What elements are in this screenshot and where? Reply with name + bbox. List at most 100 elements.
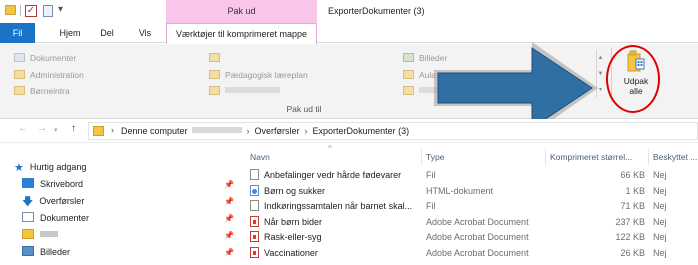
- nav-quick-access[interactable]: ★ Hurtig adgang: [14, 160, 86, 175]
- destination-item-paedagogisk[interactable]: Pædagogisk læreplan: [209, 70, 308, 80]
- file-type: Fil: [426, 201, 436, 211]
- nav-item-pictures[interactable]: Billeder: [22, 245, 70, 260]
- folder-icon: [5, 5, 16, 15]
- file-icon: [250, 200, 259, 211]
- nav-item-downloads[interactable]: 🡇 Overførsler: [22, 194, 84, 209]
- column-header-protected[interactable]: Beskyttet ...: [649, 149, 698, 165]
- file-name: Indkøringssamtalen når barnet skal...: [264, 201, 413, 211]
- breadcrumb: Denne computer › Overførsler › ExporterDokum…: [121, 126, 409, 136]
- nav-item-documents[interactable]: Dokumenter: [22, 211, 89, 226]
- pin-icon[interactable]: 📌: [224, 214, 234, 223]
- destination-label: Pædagogisk læreplan: [225, 70, 308, 80]
- address-input[interactable]: › Denne computer › Overførsler › ExporterDok…: [88, 122, 698, 140]
- file-size: 122 KB: [615, 232, 645, 242]
- chevron-right-icon[interactable]: ›: [305, 126, 308, 136]
- breadcrumb-downloads[interactable]: Overførsler: [255, 126, 300, 136]
- pin-icon[interactable]: 📌: [224, 197, 234, 206]
- file-name-cell[interactable]: Når børn bider: [250, 215, 422, 230]
- tab-vis[interactable]: Vis: [128, 23, 162, 43]
- navigation-pane: ★ Hurtig adgang Skrivebord 📌 🡇 Overførsler…: [0, 144, 240, 265]
- breadcrumb-current[interactable]: ExporterDokumenter (3): [313, 126, 410, 136]
- folder-icon: [22, 229, 34, 239]
- file-protected: Nej: [653, 232, 667, 242]
- file-name: Rask-eller-syg: [264, 232, 322, 242]
- destination-item-borneintra[interactable]: Børneintra: [14, 86, 70, 96]
- file-row[interactable]: Børn og sukker HTML-dokument 1 KB Nej: [246, 184, 698, 199]
- folder-icon: [403, 86, 414, 95]
- title-bar: ✓ ▾ Pak ud ExporterDokumenter (3): [0, 0, 698, 23]
- file-size: 26 KB: [620, 247, 645, 258]
- window-title: ExporterDokumenter (3): [328, 6, 425, 16]
- column-header-type[interactable]: Type: [422, 149, 546, 165]
- download-icon: 🡇: [22, 196, 34, 208]
- nav-label: Overførsler: [39, 196, 85, 206]
- folder-icon: [14, 86, 25, 95]
- destination-item-redacted[interactable]: [209, 53, 225, 63]
- chevron-right-icon[interactable]: ›: [247, 126, 250, 136]
- destination-label: Børneintra: [30, 86, 70, 96]
- file-size: 1 KB: [625, 185, 645, 196]
- tab-del[interactable]: Del: [90, 23, 124, 43]
- nav-label: Billeder: [40, 247, 71, 257]
- html-file-icon: [250, 184, 259, 196]
- file-protected: Nej: [653, 247, 667, 258]
- file-icon: [250, 169, 259, 180]
- file-protected: Nej: [653, 185, 667, 196]
- file-size: 71 KB: [620, 201, 645, 211]
- file-row[interactable]: Rask-eller-syg Adobe Acrobat Document 122 …: [246, 230, 698, 245]
- file-size: 237 KB: [615, 216, 645, 227]
- breadcrumb-this-pc[interactable]: Denne computer: [121, 126, 188, 136]
- file-row[interactable]: Indkøringssamtalen når barnet skal... Fil…: [246, 199, 698, 214]
- file-size: 66 KB: [620, 170, 645, 180]
- file-name-cell[interactable]: Anbefalinger vedr hårde fødevarer: [250, 168, 422, 183]
- file-name: Vaccinationer: [264, 247, 318, 258]
- pdf-file-icon: [250, 231, 259, 242]
- chevron-right-icon[interactable]: ›: [111, 125, 114, 135]
- pdf-file-icon: [250, 215, 259, 227]
- tab-compressed-folder-tools[interactable]: Værktøjer til komprimeret mappe: [166, 23, 317, 44]
- forward-arrow-icon[interactable]: →: [37, 123, 47, 134]
- folder-icon: [93, 126, 104, 136]
- tab-hjem[interactable]: Hjem: [50, 23, 90, 43]
- recent-locations-chevron-icon[interactable]: ▾: [54, 126, 58, 134]
- file-row[interactable]: Vaccinationer Adobe Acrobat Document 26 KB…: [246, 246, 698, 261]
- file-name: Børn og sukker: [264, 185, 326, 196]
- pin-icon[interactable]: 📌: [224, 248, 234, 257]
- file-row[interactable]: Når børn bider Adobe Acrobat Document 237 …: [246, 215, 698, 230]
- redacted-text: [40, 231, 58, 237]
- folder-icon: [209, 86, 220, 95]
- pin-icon[interactable]: 📌: [224, 231, 234, 240]
- folder-icon: [14, 70, 25, 79]
- up-arrow-icon[interactable]: ↑: [71, 123, 76, 134]
- back-arrow-icon[interactable]: ←: [18, 123, 28, 134]
- nav-label: Hurtig adgang: [29, 162, 87, 172]
- file-name-cell[interactable]: Indkøringssamtalen når barnet skal...: [250, 199, 422, 214]
- document-icon: [14, 53, 25, 62]
- nav-label: Skrivebord: [40, 179, 84, 189]
- destination-item-redacted[interactable]: [209, 86, 280, 96]
- pdf-file-icon: [250, 246, 259, 258]
- file-name: Når børn bider: [264, 216, 323, 227]
- properties-icon[interactable]: ✓: [25, 5, 37, 17]
- column-header-name[interactable]: Navn: [246, 149, 422, 165]
- file-name-cell[interactable]: Vaccinationer: [250, 246, 422, 261]
- nav-item-redacted[interactable]: [22, 228, 58, 243]
- file-type: HTML-dokument: [426, 185, 494, 196]
- documents-icon: [22, 212, 34, 222]
- file-protected: Nej: [653, 201, 667, 211]
- new-folder-icon[interactable]: [43, 5, 53, 17]
- file-list: ^ Navn Type Komprimeret størrel... Besky…: [246, 144, 698, 265]
- customize-toolbar-chevron-icon[interactable]: ▾: [58, 4, 63, 15]
- column-header-compressed-size[interactable]: Komprimeret størrel...: [546, 149, 649, 165]
- nav-item-desktop[interactable]: Skrivebord: [22, 177, 83, 192]
- folder-icon: [209, 53, 220, 62]
- file-name-cell[interactable]: Rask-eller-syg: [250, 230, 422, 245]
- destination-item-dokumenter[interactable]: Dokumenter: [14, 53, 76, 63]
- file-name-cell[interactable]: Børn og sukker: [250, 184, 422, 199]
- tab-fil[interactable]: Fil: [0, 23, 35, 43]
- destination-item-administration[interactable]: Administration: [14, 70, 84, 80]
- pin-icon[interactable]: 📌: [224, 180, 234, 189]
- redacted-text: [225, 87, 280, 93]
- folder-icon: [209, 70, 220, 79]
- file-row[interactable]: Anbefalinger vedr hårde fødevarer Fil 66 K…: [246, 168, 698, 183]
